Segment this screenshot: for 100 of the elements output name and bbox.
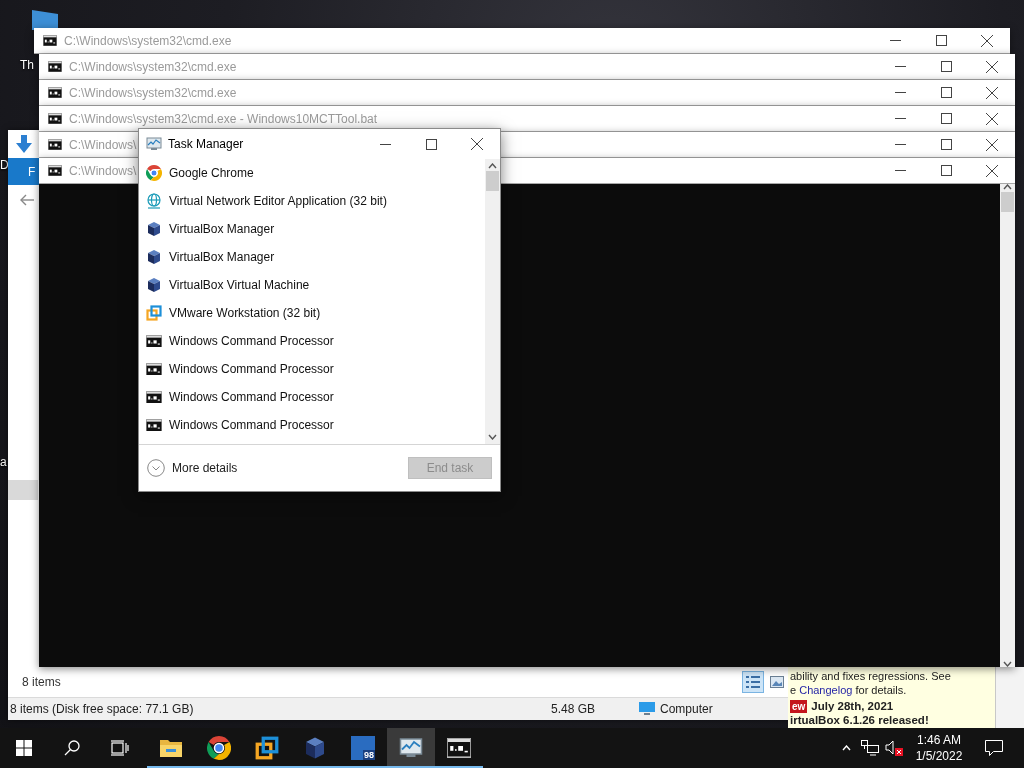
nav-row-highlight xyxy=(8,480,38,500)
chrome-icon xyxy=(207,736,231,760)
chevron-circle-icon xyxy=(147,459,165,477)
minimize-icon xyxy=(894,92,906,93)
news-date: July 28th, 2021 xyxy=(811,699,894,713)
window-title: Task Manager xyxy=(168,137,245,151)
ribbon-tab[interactable]: F xyxy=(28,164,36,179)
page-text: e Changelog for details. xyxy=(790,683,908,697)
app-list-item[interactable]: Google Chrome xyxy=(139,159,485,187)
desktop-icon-label: Th xyxy=(20,58,34,72)
close-icon xyxy=(986,164,998,177)
app-list-item[interactable]: VirtualBox Virtual Machine xyxy=(139,271,485,299)
window-title: C:\Windows\ xyxy=(69,137,137,152)
console-icon xyxy=(48,86,62,99)
desktop-icon-label: a xyxy=(0,455,7,469)
window-title: C:\Windows\system32\cmd.exe - Windows10MCTTool.bat xyxy=(69,111,378,126)
console-icon xyxy=(146,390,162,404)
status-location: Computer xyxy=(660,702,713,716)
page-text: ability and fixes regressions. See xyxy=(790,669,952,683)
close-icon xyxy=(981,34,993,47)
maximize-icon xyxy=(935,35,947,46)
minimize-icon xyxy=(894,170,906,171)
app-list-item[interactable]: VirtualBox Manager xyxy=(139,215,485,243)
overlapping-squares-icon xyxy=(146,305,162,321)
scroll-down-icon[interactable] xyxy=(1003,661,1012,667)
list-icon xyxy=(746,676,760,688)
details-view-button[interactable] xyxy=(742,671,764,693)
monitor-icon xyxy=(639,702,655,716)
cube-icon xyxy=(146,277,162,293)
task-view-icon xyxy=(111,740,129,756)
minimize-icon xyxy=(889,40,901,41)
changelog-link[interactable]: Changelog xyxy=(799,684,853,696)
window-tile-icon: 98 xyxy=(351,736,375,760)
maximize-icon xyxy=(940,61,952,72)
app-list-item[interactable]: Windows Command Processor xyxy=(139,383,485,411)
scroll-down-icon[interactable] xyxy=(488,434,497,440)
window-title: C:\Windows\system32\cmd.exe xyxy=(69,59,237,74)
windows-logo-icon xyxy=(16,740,32,756)
close-icon xyxy=(986,60,998,73)
app-list-item[interactable]: Virtual Network Editor Application (32 bit) xyxy=(139,187,485,215)
scroll-up-icon[interactable] xyxy=(1003,184,1012,190)
console-icon xyxy=(48,138,62,151)
app-list-item[interactable]: VMware Workstation (32 bit) xyxy=(139,299,485,327)
minimize-icon xyxy=(894,66,906,67)
close-icon xyxy=(986,86,998,99)
status-size: 5.48 GB xyxy=(551,702,597,716)
scroll-up-icon[interactable] xyxy=(488,163,497,169)
back-arrow-icon[interactable] xyxy=(20,194,34,206)
chrome-icon xyxy=(146,165,162,181)
app-list-item[interactable]: Windows Command Processor xyxy=(139,327,485,355)
desktop-icon-label: D xyxy=(0,158,9,172)
close-icon xyxy=(471,138,483,150)
status-summary: 8 items (Disk free space: 77.1 GB) xyxy=(10,702,195,716)
minimize-icon xyxy=(894,118,906,119)
muted-speaker-icon xyxy=(885,740,903,756)
monitor-graph-icon xyxy=(399,736,423,760)
search-icon xyxy=(64,740,80,756)
maximize-icon xyxy=(940,139,952,150)
cube-icon xyxy=(303,736,327,760)
app-list-item[interactable]: Windows Command Processor xyxy=(139,411,485,439)
console-icon xyxy=(146,418,162,432)
clock[interactable]: 1:46 AM 1/5/2022 xyxy=(906,728,972,768)
window-title: C:\Windows\system32\cmd.exe xyxy=(64,33,232,48)
console-icon xyxy=(43,34,57,47)
maximize-icon xyxy=(940,113,952,124)
down-arrow-icon xyxy=(16,135,32,153)
console-icon xyxy=(447,738,471,758)
window-title: C:\Windows\ xyxy=(69,163,137,178)
monitor-graph-icon xyxy=(146,136,162,152)
maximize-icon xyxy=(425,138,437,150)
more-details-button[interactable]: More details xyxy=(147,459,238,477)
console-icon xyxy=(48,112,62,125)
scroll-thumb[interactable] xyxy=(1001,192,1014,212)
chevron-up-icon[interactable] xyxy=(841,745,851,751)
taskbar-app-button[interactable]: 98 xyxy=(339,728,387,768)
console-icon xyxy=(48,60,62,73)
console-icon xyxy=(146,362,162,376)
minimize-icon xyxy=(894,144,906,145)
maximize-icon xyxy=(940,165,952,176)
speech-bubble-icon xyxy=(985,740,1003,756)
folder-icon xyxy=(159,737,183,759)
console-icon xyxy=(48,164,62,177)
image-icon xyxy=(770,676,784,688)
cube-icon xyxy=(146,221,162,237)
network-icon xyxy=(861,740,879,756)
close-icon xyxy=(986,112,998,125)
new-badge: ew xyxy=(790,699,808,713)
globe-icon xyxy=(146,193,162,209)
console-icon xyxy=(146,334,162,348)
overlapping-squares-icon xyxy=(255,736,279,760)
maximize-icon xyxy=(940,87,952,98)
window-title: C:\Windows\system32\cmd.exe xyxy=(69,85,237,100)
taskbar-app-button[interactable] xyxy=(387,728,435,768)
news-headline: irtualBox 6.1.26 released! xyxy=(790,713,930,727)
close-icon xyxy=(986,138,998,151)
item-count: 8 items xyxy=(22,675,61,689)
app-list-item[interactable]: VirtualBox Manager xyxy=(139,243,485,271)
scroll-thumb[interactable] xyxy=(486,171,499,191)
cube-icon xyxy=(146,249,162,265)
app-list-item[interactable]: Windows Command Processor xyxy=(139,355,485,383)
